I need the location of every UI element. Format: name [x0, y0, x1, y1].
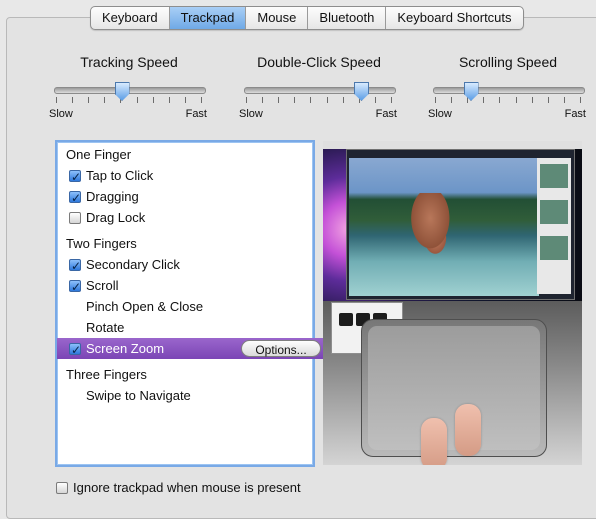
tab-trackpad[interactable]: Trackpad: [169, 7, 247, 29]
list-item-pinch-open-close[interactable]: Pinch Open & Close: [57, 296, 342, 317]
thumbnail-3: [540, 236, 568, 260]
dragging-label: Dragging: [86, 189, 139, 204]
drag-lock-label: Drag Lock: [86, 210, 146, 225]
rotate-label: Rotate: [86, 320, 125, 335]
slider-tick: [136, 97, 138, 103]
tracking-speed-fast-label: Fast: [185, 108, 207, 120]
pinch-open-close-label: Pinch Open & Close: [86, 299, 204, 314]
slider-tick: [391, 97, 392, 103]
scrolling-speed-ticks: [435, 97, 581, 104]
slider-tick: [310, 97, 312, 103]
inset-key: [339, 313, 353, 326]
slider-tick: [580, 97, 581, 103]
tracking-speed-slow-label: Slow: [49, 108, 73, 120]
slider-tick: [342, 97, 344, 103]
list-item-secondary-click[interactable]: Secondary Click: [57, 254, 325, 277]
thumbnail-1: [540, 164, 568, 188]
gesture-options-list: One Finger Tap to Click Dragging Drag Lo…: [55, 140, 325, 467]
list-item-screen-zoom[interactable]: Screen Zoom Options...: [57, 338, 325, 361]
jumping-person-image: [405, 193, 460, 265]
ignore-trackpad-checkbox[interactable]: [56, 481, 68, 494]
thumbnail-2: [540, 200, 568, 224]
list-item-scroll[interactable]: Scroll: [57, 275, 325, 298]
mini-menubar: [323, 141, 582, 149]
slider-tick: [451, 97, 453, 103]
double-click-speed-label: Double-Click Speed: [257, 54, 381, 70]
tab-mouse[interactable]: Mouse: [246, 7, 309, 29]
slider-tick: [515, 97, 517, 103]
slider-tick: [72, 97, 74, 103]
slider-tick: [483, 97, 485, 103]
thumbnail-strip: [537, 158, 571, 294]
list-item-swipe-to-navigate[interactable]: Swipe to Navigate: [57, 385, 342, 406]
slider-tick: [531, 97, 533, 103]
tab-bluetooth[interactable]: Bluetooth: [308, 7, 387, 29]
slider-tick: [374, 97, 376, 103]
list-item-rotate[interactable]: Rotate: [57, 317, 342, 338]
scrolling-speed-label: Scrolling Speed: [458, 54, 558, 70]
ignore-trackpad-row[interactable]: Ignore trackpad when mouse is present: [56, 480, 301, 495]
slider-tick: [547, 97, 549, 103]
slider-tick: [88, 97, 90, 103]
slider-tick: [168, 97, 170, 103]
swipe-to-navigate-label: Swipe to Navigate: [86, 388, 191, 403]
scrolling-speed-track[interactable]: [433, 87, 585, 94]
list-item-dragging[interactable]: Dragging: [57, 186, 325, 209]
slider-tick: [294, 97, 296, 103]
tap-to-click-label: Tap to Click: [86, 168, 154, 183]
slider-tick: [246, 97, 247, 103]
slider-tick: [326, 97, 328, 103]
double-click-speed-fast-label: Fast: [375, 108, 397, 120]
screen-zoom-checkbox[interactable]: [69, 340, 81, 361]
screen-zoom-label: Screen Zoom: [86, 341, 165, 356]
scrolling-speed-fast-label: Fast: [564, 108, 586, 120]
ignore-trackpad-label: Ignore trackpad when mouse is present: [73, 480, 301, 495]
screen-zoom-options-button[interactable]: Options...: [241, 340, 321, 357]
tracking-speed-track[interactable]: [54, 87, 206, 94]
trackpad-gesture-preview: [323, 141, 582, 465]
tracking-speed-label: Tracking Speed: [80, 54, 178, 70]
slider-tick: [278, 97, 280, 103]
tab-keyboard[interactable]: Keyboard: [91, 7, 170, 29]
scroll-label: Scroll: [86, 278, 119, 293]
slider-tick: [262, 97, 264, 103]
drag-lock-checkbox[interactable]: [69, 211, 81, 224]
dragging-checkbox[interactable]: [69, 188, 81, 209]
right-finger-icon: [455, 404, 481, 456]
section-header-one-finger: One Finger: [66, 147, 132, 162]
left-finger-icon: [421, 418, 447, 465]
section-header-three-fingers: Three Fingers: [66, 367, 147, 382]
trackpad-surface: [368, 326, 540, 450]
slider-tick: [104, 97, 106, 103]
tracking-speed-ticks: [56, 97, 202, 104]
slider-tick: [499, 97, 501, 103]
tap-to-click-checkbox[interactable]: [69, 167, 81, 188]
scrolling-speed-slow-label: Slow: [428, 108, 452, 120]
mini-app-window: [346, 149, 575, 300]
secondary-click-checkbox[interactable]: [69, 256, 81, 277]
double-click-speed-track[interactable]: [244, 87, 396, 94]
scroll-checkbox[interactable]: [69, 277, 81, 298]
double-click-speed-ticks: [246, 97, 392, 104]
trackpad-illustration: [361, 319, 547, 457]
slider-tick: [184, 97, 186, 103]
desktop-preview: [323, 141, 582, 301]
preferences-tab-bar: Keyboard Trackpad Mouse Bluetooth Keyboa…: [90, 6, 524, 30]
slider-tick: [563, 97, 565, 103]
list-item-tap-to-click[interactable]: Tap to Click: [57, 165, 325, 188]
slider-tick: [201, 97, 202, 103]
slider-tick: [152, 97, 154, 103]
section-header-two-fingers: Two Fingers: [66, 236, 137, 251]
slider-tick: [435, 97, 436, 103]
preview-photo: [349, 158, 539, 296]
tab-keyboard-shortcuts[interactable]: Keyboard Shortcuts: [386, 7, 522, 29]
slider-tick: [56, 97, 57, 103]
double-click-speed-slow-label: Slow: [239, 108, 263, 120]
secondary-click-label: Secondary Click: [86, 257, 180, 272]
list-item-drag-lock[interactable]: Drag Lock: [57, 207, 325, 228]
